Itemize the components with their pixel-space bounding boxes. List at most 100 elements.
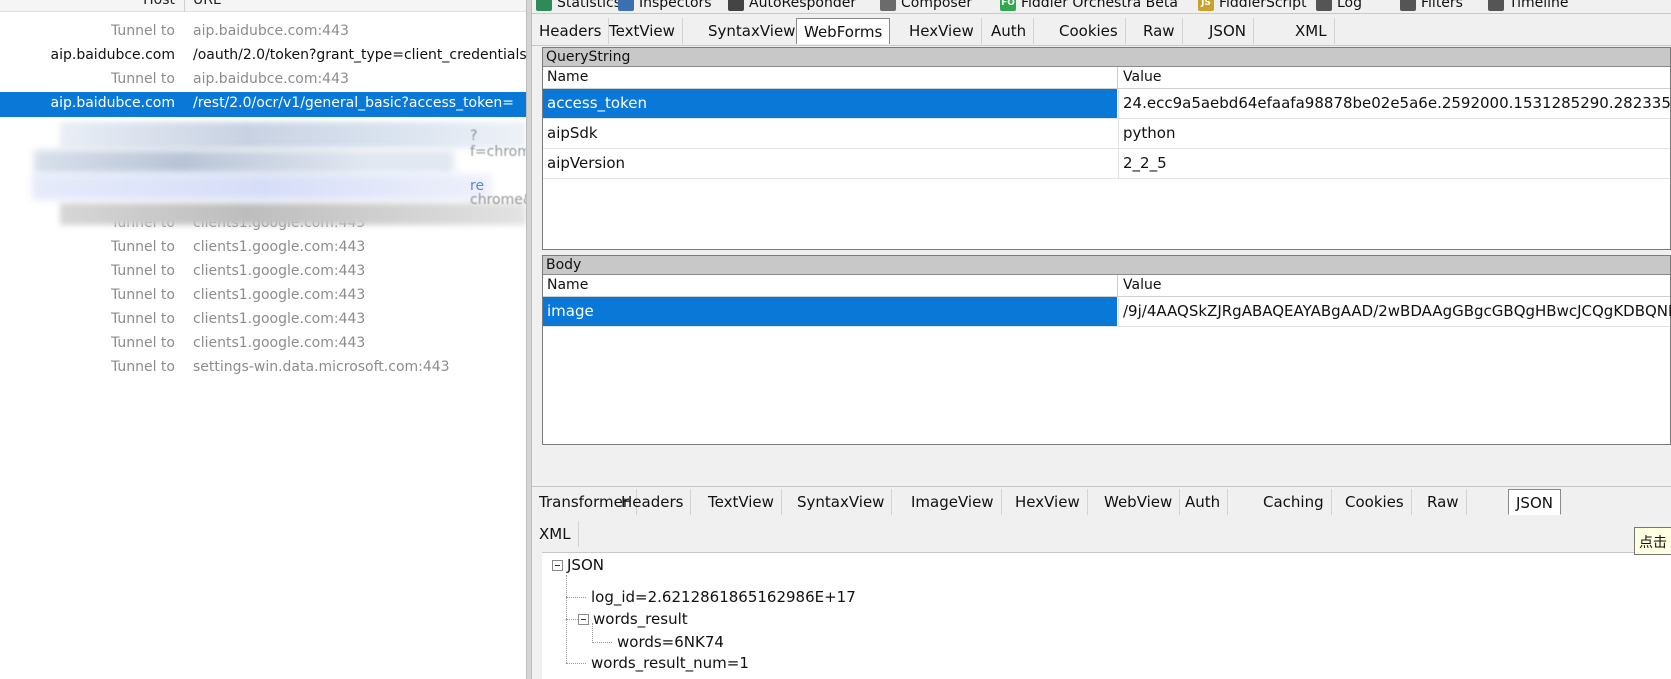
session-row[interactable]: Tunnel to clients1.google.com:443 [0, 236, 526, 261]
json-tree-view[interactable]: JSON log_id=2.6212861865162986E+17 words… [542, 552, 1671, 679]
session-host: Tunnel to [110, 263, 175, 279]
session-row[interactable]: Tunnel to aip.baidubce.com:443 [0, 68, 526, 93]
tooltip: 点击 [1634, 527, 1671, 555]
querystring-col-value[interactable]: Value [1123, 69, 1161, 85]
param-value[interactable]: /9j/4AAQSkZJRgABAQEAYABgAAD/2wBDAAgGBgcG… [1118, 297, 1671, 326]
column-header-host[interactable]: Host [143, 0, 175, 8]
response-tab-json[interactable]: JSON [1508, 489, 1561, 515]
body-col-name[interactable]: Name [547, 277, 588, 293]
column-divider[interactable] [1117, 67, 1118, 89]
tree-node-label: log_id=2.6212861865162986E+17 [591, 588, 856, 606]
querystring-row[interactable]: access_token 24.ecc9a5aebd64efaafa98878be… [543, 89, 1671, 119]
tree-node-words-result[interactable]: words_result [578, 610, 688, 628]
session-host: Tunnel to [110, 71, 175, 87]
response-tab-syntaxview[interactable]: SyntaxView [790, 489, 893, 515]
main-tab-fiddlerscript[interactable]: JS FiddlerScript [1192, 0, 1313, 14]
body-title: Body [543, 256, 1670, 275]
column-divider[interactable] [184, 0, 185, 12]
session-row[interactable]: Tunnel to clients1.google.com:443 [0, 308, 526, 333]
response-tab-xml[interactable]: XML [532, 521, 579, 547]
response-inspector-tabs: Transformer Headers TextView SyntaxView Imag… [532, 486, 1671, 552]
redacted-row [60, 203, 526, 225]
session-row[interactable]: aip.baidubce.com/rest/2.0/ocr/v1/general… [0, 92, 526, 117]
response-tab-auth[interactable]: Auth [1178, 489, 1229, 515]
request-tab-syntaxview[interactable]: SyntaxView [701, 18, 804, 44]
redacted-url-fragment: ?f=chrome&s=5ae936 [470, 128, 526, 160]
session-url: clients1.google.com:443 [193, 239, 366, 255]
magnifier-icon [618, 0, 634, 11]
response-tab-caching[interactable]: Caching [1256, 489, 1332, 515]
response-tab-imageview[interactable]: ImageView [904, 489, 1002, 515]
response-tab-textview[interactable]: TextView [701, 489, 782, 515]
session-row[interactable]: Tunnel to aip.baidubce.com:443 [0, 20, 526, 45]
main-tab-log[interactable]: Log [1310, 0, 1368, 14]
column-header-url[interactable]: URL [193, 0, 221, 8]
main-tab-fiddler-orchestra-beta[interactable]: FO Fiddler Orchestra Beta [994, 0, 1184, 14]
param-name[interactable]: access_token [543, 89, 1117, 118]
response-tab-cookies[interactable]: Cookies [1338, 489, 1412, 515]
param-name[interactable]: aipSdk [543, 119, 1117, 148]
body-grid-header: Name Value [543, 275, 1670, 297]
request-tab-auth[interactable]: Auth [984, 18, 1035, 44]
response-tab-webview[interactable]: WebView [1097, 489, 1181, 515]
session-url: clients1.google.com:443 [193, 311, 366, 327]
param-value[interactable]: 24.ecc9a5aebd64efaafa98878be02e5a6e.2592… [1118, 89, 1671, 118]
body-rows: image/9j/4AAQSkZJRgABAQEAYABgAAD/2wBDAAg… [543, 297, 1671, 327]
session-row[interactable]: Tunnel to settings-win.data.microsoft.com… [0, 356, 526, 381]
response-tab-raw[interactable]: Raw [1420, 489, 1467, 515]
session-row[interactable]: aip.baidubce.com/oauth/2.0/token?grant_t… [0, 44, 526, 69]
querystring-grid-header: Name Value [543, 67, 1670, 89]
session-list-header: Host URL [0, 0, 526, 12]
session-row[interactable]: Tunnel to clients1.google.com:443 [0, 332, 526, 357]
main-tab-composer[interactable]: Composer [874, 0, 978, 14]
tree-node-label: JSON [567, 556, 604, 574]
tree-node-label: words=6NK74 [617, 633, 724, 651]
session-url: settings-win.data.microsoft.com:443 [193, 359, 450, 375]
tree-node-root[interactable]: JSON [552, 556, 604, 574]
session-row[interactable]: Tunnel to clients1.google.com:443 [0, 260, 526, 285]
tree-node-words[interactable]: words=6NK74 [617, 633, 724, 651]
request-tab-raw[interactable]: Raw [1136, 18, 1183, 44]
tree-guide-line [566, 597, 586, 598]
redacted-row [34, 150, 454, 174]
redacted-row [32, 174, 492, 200]
body-row[interactable]: image/9j/4AAQSkZJRgABAQEAYABgAAD/2wBDAAg… [543, 297, 1671, 327]
tree-node-words-result-num[interactable]: words_result_num=1 [591, 654, 749, 672]
request-tab-hexview[interactable]: HexView [902, 18, 982, 44]
param-value[interactable]: python [1118, 119, 1671, 148]
response-tab-hexview[interactable]: HexView [1008, 489, 1088, 515]
column-divider[interactable] [1117, 275, 1118, 297]
querystring-col-name[interactable]: Name [547, 69, 588, 85]
response-tab-headers[interactable]: Headers [614, 489, 692, 515]
body-col-value[interactable]: Value [1123, 277, 1161, 293]
tree-node-log-id[interactable]: log_id=2.6212861865162986E+17 [591, 588, 856, 606]
session-host: Tunnel to [110, 311, 175, 327]
session-host: Tunnel to [110, 23, 175, 39]
request-tab-json[interactable]: JSON [1202, 18, 1254, 44]
tab-label: Composer [901, 0, 973, 11]
param-name[interactable]: aipVersion [543, 149, 1117, 178]
session-list[interactable]: Host URL Tunnel to aip.baidubce.com:443 ai… [0, 0, 526, 679]
session-url: /rest/2.0/ocr/v1/general_basic?access_to… [193, 95, 514, 111]
param-name[interactable]: image [543, 297, 1117, 326]
request-tab-xml[interactable]: XML [1288, 18, 1335, 44]
main-tab-filters[interactable]: Filters [1394, 0, 1469, 14]
tab-label: Filters [1421, 0, 1463, 11]
request-tab-textview[interactable]: TextView [602, 18, 683, 44]
querystring-row[interactable]: aipVersion 2_2_5 [543, 149, 1670, 179]
session-host: Tunnel to [110, 335, 175, 351]
request-tab-cookies[interactable]: Cookies [1052, 18, 1126, 44]
tab-label: Fiddler Orchestra Beta [1021, 0, 1178, 11]
request-tab-headers[interactable]: Headers [532, 18, 610, 44]
session-row[interactable]: Tunnel to clients1.google.com:443 [0, 284, 526, 309]
request-tab-webforms[interactable]: WebForms [796, 18, 891, 44]
session-host: Tunnel to [110, 239, 175, 255]
main-tab-timeline[interactable]: Timeline [1482, 0, 1575, 14]
collapse-icon[interactable] [578, 613, 589, 625]
querystring-row[interactable]: aipSdk python [543, 119, 1670, 149]
main-tab-autoresponder[interactable]: AutoResponder [722, 0, 862, 14]
collapse-icon[interactable] [552, 559, 563, 571]
tab-label: Log [1337, 0, 1363, 11]
param-value[interactable]: 2_2_5 [1118, 149, 1671, 178]
main-tab-inspectors[interactable]: Inspectors [612, 0, 718, 14]
